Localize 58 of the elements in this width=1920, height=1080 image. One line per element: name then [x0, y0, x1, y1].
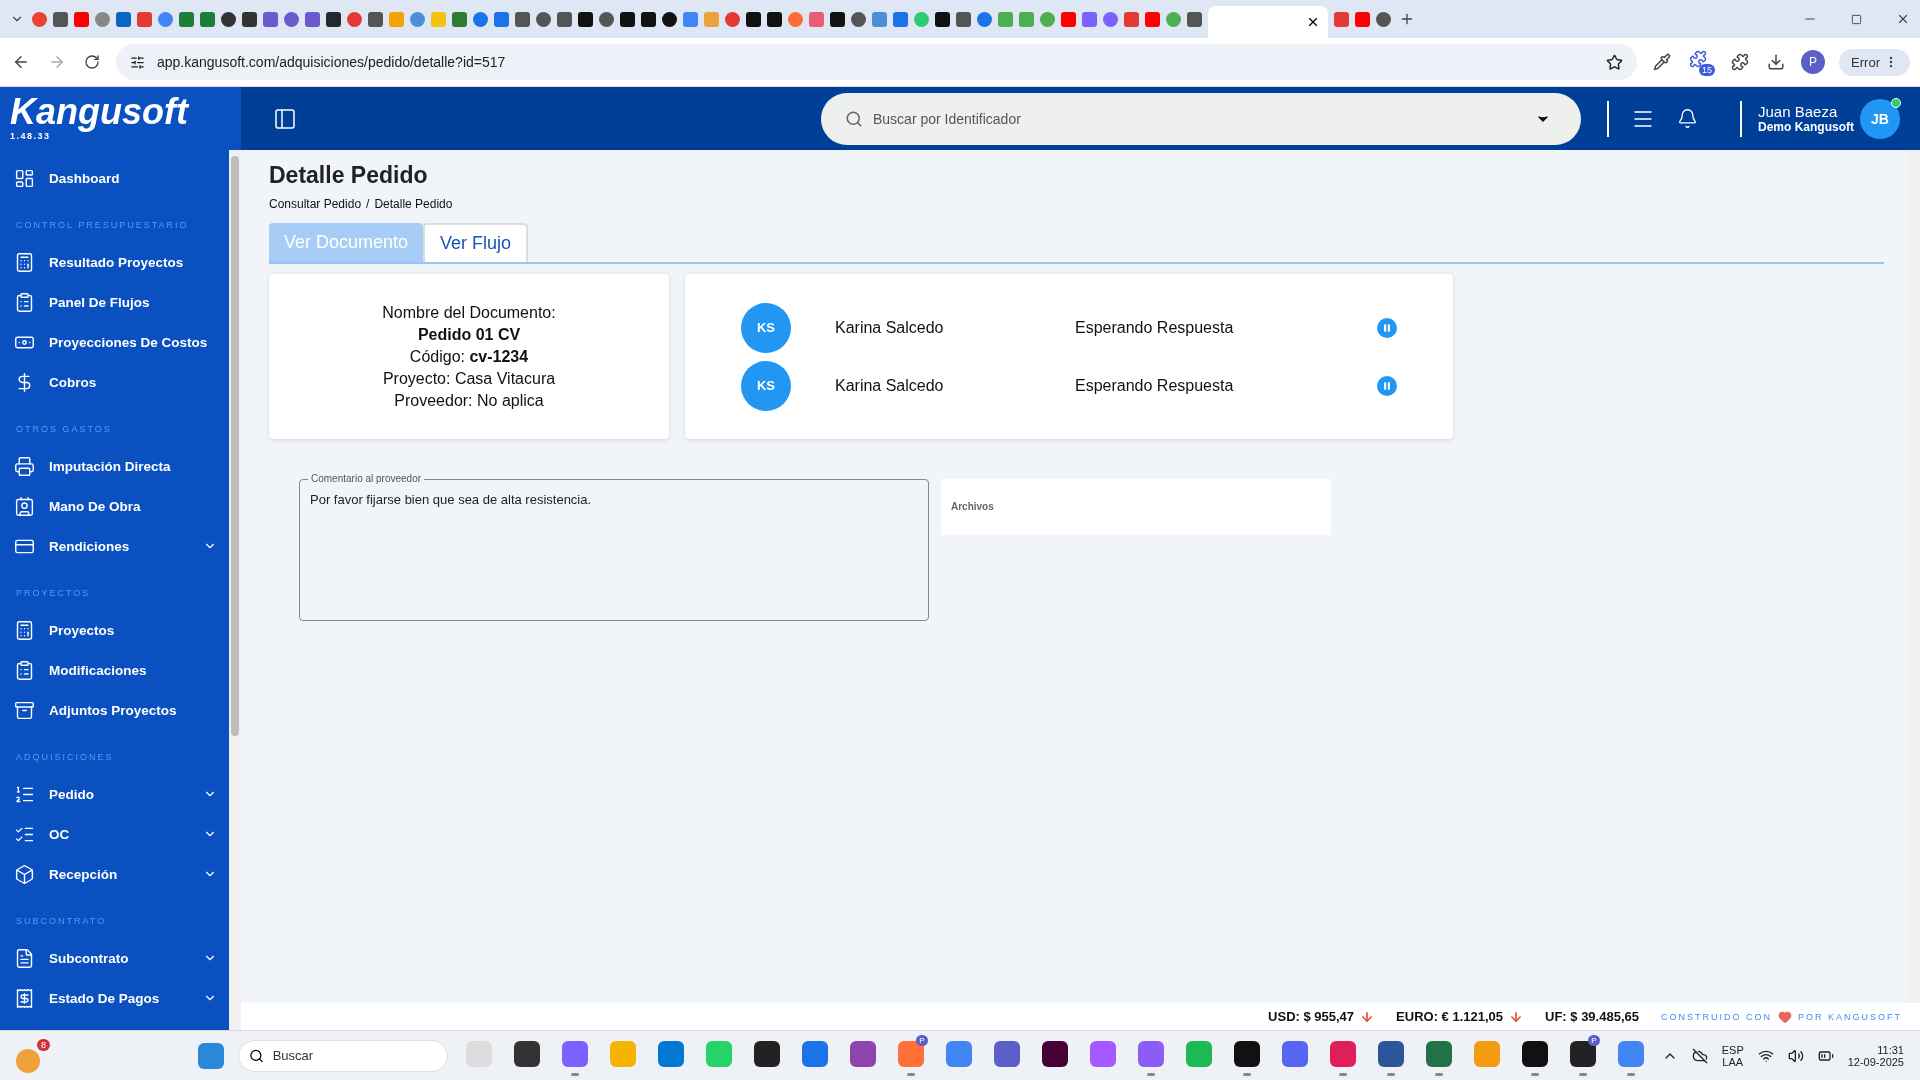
nav-item[interactable]: Subcontrato [0, 938, 229, 978]
document-detail: Código: cv-1234 [409, 347, 529, 366]
nav-item[interactable]: Adjuntos Proyectos [0, 690, 229, 730]
logo: Kangusoft [10, 93, 190, 131]
breadcrumb-item[interactable]: Consultar Pedido [269, 197, 362, 211]
nav-item[interactable]: Proyectos [0, 610, 229, 650]
approval-status: Esperando Respuesta [1075, 318, 1235, 337]
user-name: Juan Baeza [1758, 103, 1839, 120]
nav-item[interactable]: Resultado Proyectos [0, 242, 229, 282]
approver-avatar: KS [741, 360, 791, 411]
credit-text: POR KANGUSOFT [1798, 1011, 1902, 1022]
nav-item[interactable]: Rendiciones [0, 526, 229, 566]
nav-item[interactable]: Panel De Flujos [0, 282, 229, 322]
section-heading: ADQUISICIONES [15, 751, 115, 764]
profile-avatar[interactable]: P [1801, 50, 1826, 74]
nav-item[interactable]: Proyecciones De Costos [0, 322, 229, 362]
section-heading: SUBCONTRATO [15, 915, 108, 928]
nav-item[interactable]: Estado De Pagos [0, 978, 229, 1018]
document-detail: Proyecto: Casa Vitacura [382, 369, 556, 388]
clock[interactable]: 11:31 12-09-2025 [1847, 1043, 1904, 1068]
approval-status: Esperando Respuesta [1075, 376, 1235, 395]
section-heading: CONTROL PRESUPUESTARIO [15, 219, 190, 232]
nav-item[interactable]: OC [0, 814, 229, 854]
address-bar[interactable]: app.kangusoft.com/adquisiciones/pedido/detalle?id=517 [116, 44, 1638, 80]
section-heading: OTROS GASTOS [15, 423, 113, 436]
exchange-rate: USD: $ 955,47 [1268, 1009, 1375, 1024]
exchange-rate: EURO: € 1.121,05 [1396, 1009, 1524, 1024]
exchange-rate: UF: $ 39.485,65 [1545, 1009, 1639, 1024]
nav-item[interactable]: Imputación Directa [0, 446, 229, 486]
nav-item[interactable]: Modificaciones [0, 650, 229, 690]
field-label: Comentario al proveedor [308, 473, 425, 485]
error-button[interactable]: Error [1839, 48, 1910, 76]
section-heading: PROYECTOS [15, 587, 92, 600]
approver-avatar: KS [741, 302, 791, 353]
nav-item[interactable]: Recepción [0, 854, 229, 894]
credit-text: CONSTRUIDO CON [1661, 1011, 1772, 1022]
nav-item[interactable]: Cobros [0, 362, 229, 402]
extension-badge: 15 [1699, 64, 1716, 76]
nav-item[interactable]: Dashboard [0, 158, 229, 198]
tab[interactable]: Ver Flujo [423, 223, 529, 262]
document-name: Pedido 01 CV [417, 325, 521, 344]
url-text: app.kangusoft.com/adquisiciones/pedido/detalle?id=517 [157, 54, 507, 70]
taskbar-search-field[interactable]: Buscar [237, 1039, 448, 1072]
page-title: Detalle Pedido [269, 162, 429, 189]
approver-name: Karina Salcedo [835, 318, 945, 337]
breadcrumb-separator: / [366, 197, 370, 211]
nav-item[interactable]: Pedido [0, 774, 229, 814]
document-name-label: Nombre del Documento: [382, 303, 556, 322]
breadcrumb-item: Detalle Pedido [374, 197, 453, 211]
attachments-label: Archivos [951, 501, 994, 512]
language-indicator[interactable]: ESP LAA [1721, 1043, 1744, 1068]
notification-badge: 8 [37, 1038, 50, 1051]
search-field[interactable]: Buscar por Identificador [821, 92, 1581, 145]
company-name: Demo Kangusoft [1758, 120, 1854, 134]
document-detail: Proveedor: No aplica [394, 391, 544, 410]
nav-item[interactable]: Mano De Obra [0, 486, 229, 526]
approver-name: Karina Salcedo [835, 376, 945, 395]
version-label: 1.48.33 [10, 131, 51, 141]
